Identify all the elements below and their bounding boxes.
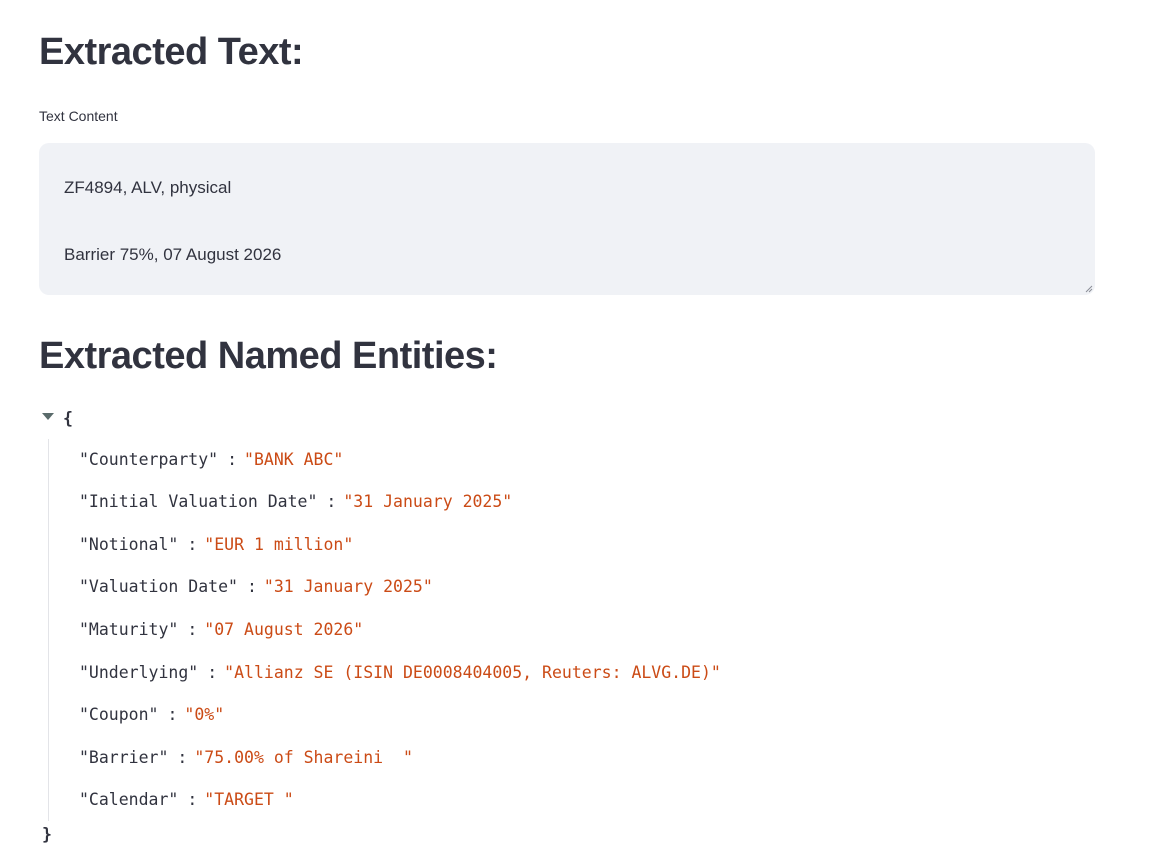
json-colon: : xyxy=(207,663,218,682)
json-value: "EUR 1 million" xyxy=(204,535,354,554)
json-indent-guide xyxy=(48,439,49,821)
json-colon: : xyxy=(227,450,238,469)
json-entry-barrier: "Barrier": "75.00% of Shareini " xyxy=(79,746,413,770)
json-colon: : xyxy=(246,577,257,596)
json-colon: : xyxy=(167,705,178,724)
json-value: "07 August 2026" xyxy=(204,620,364,639)
json-entry-counterparty: "Counterparty": "BANK ABC" xyxy=(79,448,343,472)
json-entry-initial-valuation-date: "Initial Valuation Date": "31 January 202… xyxy=(79,490,512,514)
json-value: "Allianz SE (ISIN DE0008404005, Reuters:… xyxy=(224,663,721,682)
json-key: "Underlying" xyxy=(79,663,199,682)
collapse-toggle-icon[interactable] xyxy=(42,413,54,420)
text-content-label: Text Content xyxy=(39,108,118,124)
json-key: "Valuation Date" xyxy=(79,577,238,596)
json-key: "Initial Valuation Date" xyxy=(79,492,318,511)
extracted-text-heading: Extracted Text: xyxy=(39,31,304,73)
text-content-value[interactable]: ZF4894, ALV, physical Barrier 75%, 07 Au… xyxy=(64,171,1075,272)
json-value: "BANK ABC" xyxy=(244,450,344,469)
json-entry-underlying: "Underlying": "Allianz SE (ISIN DE0008404… xyxy=(79,661,721,685)
json-entry-calendar: "Calendar": "TARGET " xyxy=(79,788,294,812)
resize-handle-icon[interactable] xyxy=(1085,285,1093,293)
json-colon: : xyxy=(326,492,337,511)
json-value: "31 January 2025" xyxy=(343,492,513,511)
json-key: "Counterparty" xyxy=(79,450,219,469)
named-entities-heading: Extracted Named Entities: xyxy=(39,335,498,377)
json-entry-coupon: "Coupon": "0%" xyxy=(79,703,224,727)
json-key: "Calendar" xyxy=(79,790,179,809)
text-content-textarea[interactable]: ZF4894, ALV, physical Barrier 75%, 07 Au… xyxy=(39,143,1095,295)
json-close-brace: } xyxy=(42,825,52,844)
json-open-brace: { xyxy=(63,409,73,428)
json-colon: : xyxy=(177,748,188,767)
json-key: "Notional" xyxy=(79,535,179,554)
json-key: "Coupon" xyxy=(79,705,159,724)
json-colon: : xyxy=(187,535,198,554)
json-colon: : xyxy=(187,620,198,639)
json-value: "TARGET " xyxy=(204,790,294,809)
json-entry-valuation-date: "Valuation Date": "31 January 2025" xyxy=(79,575,433,599)
json-key: "Barrier" xyxy=(79,748,169,767)
json-entry-maturity: "Maturity": "07 August 2026" xyxy=(79,618,363,642)
json-entry-notional: "Notional": "EUR 1 million" xyxy=(79,533,353,557)
json-key: "Maturity" xyxy=(79,620,179,639)
json-value: "31 January 2025" xyxy=(263,577,433,596)
json-colon: : xyxy=(187,790,198,809)
json-value: "75.00% of Shareini " xyxy=(194,748,413,767)
json-value: "0%" xyxy=(184,705,225,724)
